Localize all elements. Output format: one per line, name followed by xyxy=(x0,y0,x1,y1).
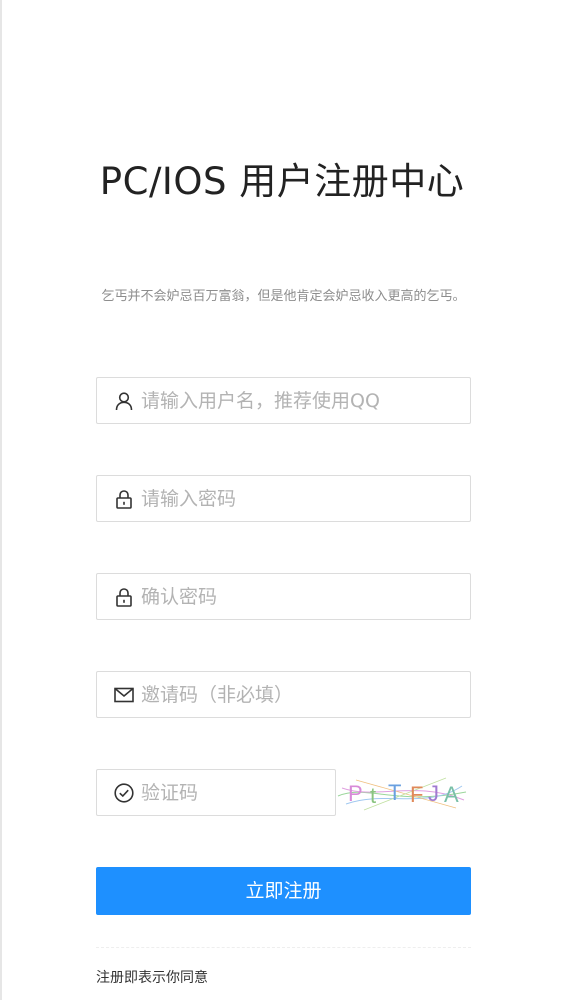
confirm-password-input[interactable] xyxy=(141,574,461,619)
page-title: PC/IOS 用户注册中心 xyxy=(99,160,465,203)
password-field[interactable] xyxy=(96,475,471,522)
lock-icon xyxy=(113,586,135,608)
page-subtitle: 乞丐并不会妒忌百万富翁，但是他肯定会妒忌收入更高的乞丐。 xyxy=(101,289,466,304)
username-field[interactable] xyxy=(96,377,471,424)
username-input[interactable] xyxy=(141,378,461,423)
captcha-image[interactable]: P t T F J A xyxy=(336,770,470,816)
confirm-password-field[interactable] xyxy=(96,573,471,620)
agreement-text: 注册即表示你同意 xyxy=(96,970,208,986)
page-left-border xyxy=(0,0,2,1000)
check-circle-icon xyxy=(113,782,135,804)
captcha-field[interactable] xyxy=(96,769,336,816)
svg-text:t: t xyxy=(370,783,376,808)
divider xyxy=(96,947,471,948)
register-button[interactable]: 立即注册 xyxy=(96,867,471,915)
svg-text:P: P xyxy=(348,781,363,806)
svg-text:T: T xyxy=(388,780,401,805)
svg-text:F: F xyxy=(410,782,423,807)
invite-code-input[interactable] xyxy=(141,672,461,717)
mail-icon xyxy=(113,684,135,706)
svg-text:A: A xyxy=(444,782,459,807)
invite-code-field[interactable] xyxy=(96,671,471,718)
svg-text:J: J xyxy=(428,781,439,806)
lock-icon xyxy=(113,488,135,510)
captcha-input[interactable] xyxy=(141,770,321,815)
user-icon xyxy=(113,390,135,412)
password-input[interactable] xyxy=(141,476,461,521)
